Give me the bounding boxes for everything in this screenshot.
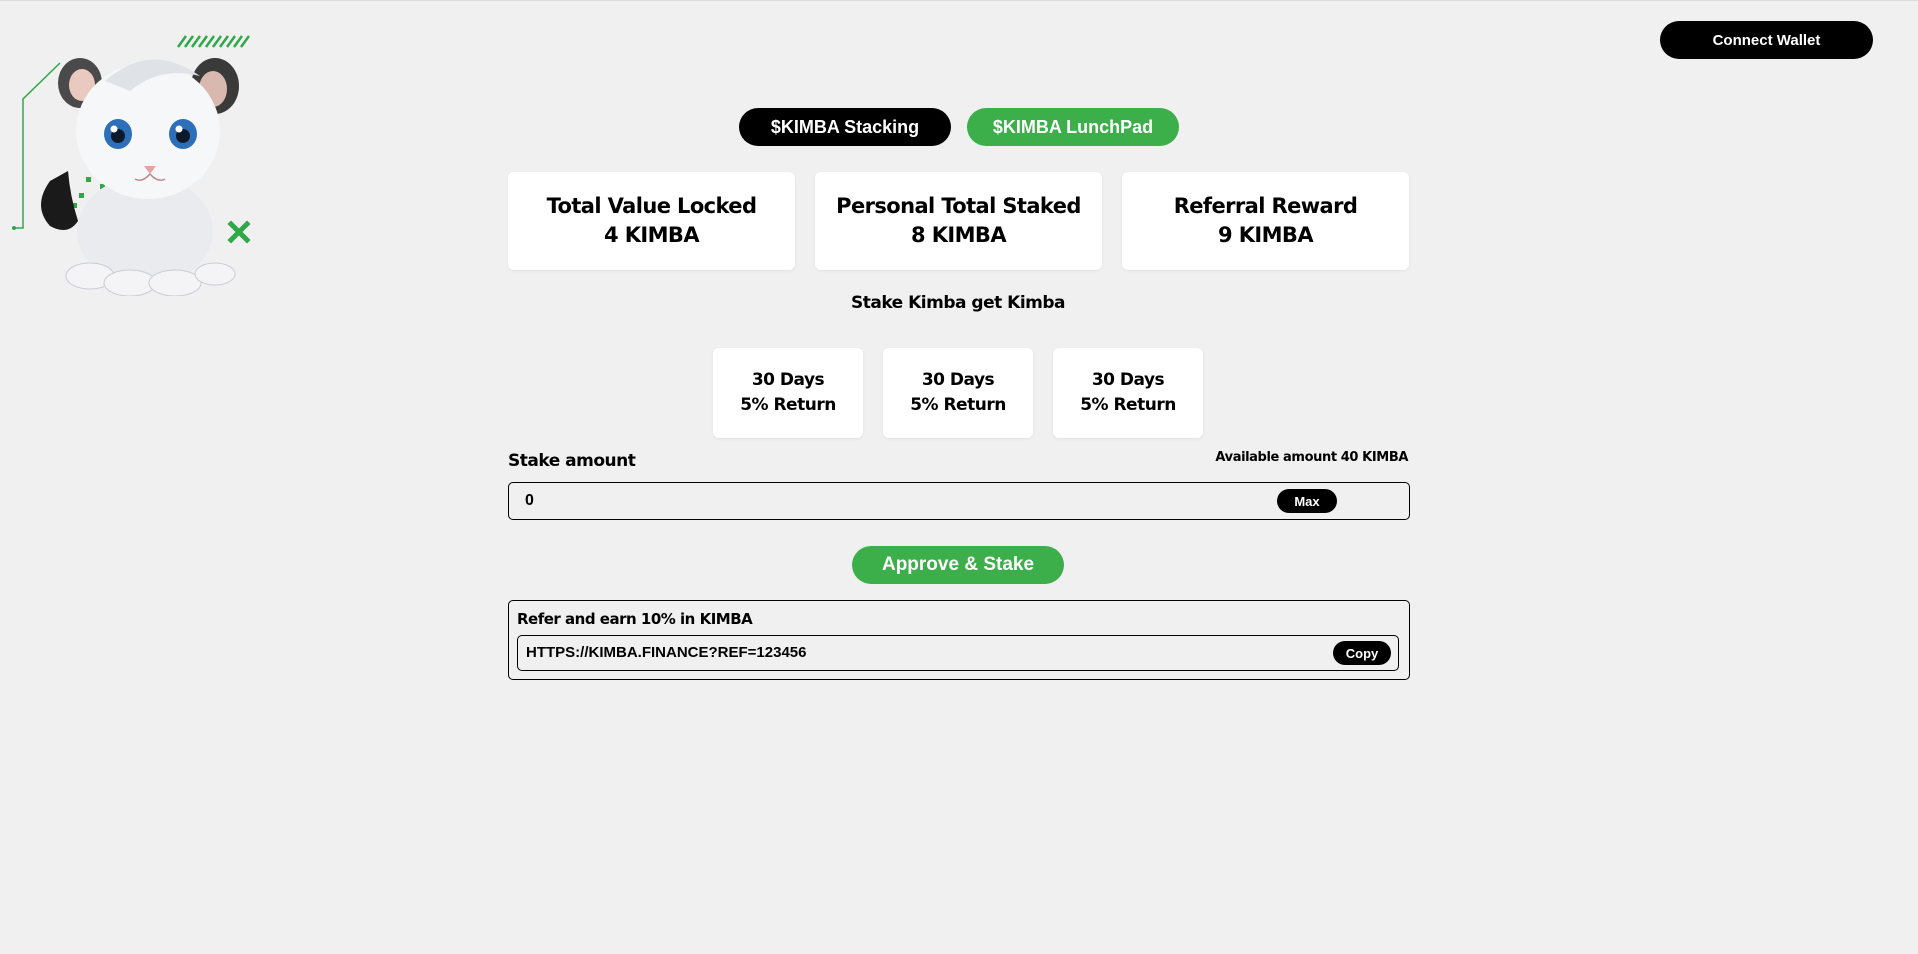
referral-link-text[interactable]: HTTPS://KIMBA.FINANCE?REF=123456 — [526, 644, 806, 661]
referral-panel: Refer and earn 10% in KIMBA HTTPS://KIMB… — [508, 600, 1410, 680]
connect-wallet-button[interactable]: Connect Wallet — [1660, 21, 1873, 59]
stake-amount-input[interactable] — [525, 483, 1225, 518]
copy-button[interactable]: Copy — [1333, 641, 1391, 665]
stat-value: 8 KIMBA — [911, 223, 1007, 247]
tab-kimba-stacking[interactable]: $KIMBA Stacking — [739, 108, 951, 146]
tab-kimba-lunchpad[interactable]: $KIMBA LunchPad — [967, 108, 1179, 146]
plan-duration: 30 Days — [1091, 370, 1165, 390]
referral-reward-card: Referral Reward 9 KIMBA — [1122, 172, 1409, 270]
staking-plan-option[interactable]: 30 Days 5% Return — [1053, 348, 1203, 438]
stake-amount-field: Max — [508, 482, 1410, 520]
plan-return: 5% Return — [740, 395, 836, 415]
stat-value: 4 KIMBA — [604, 223, 700, 247]
logo-mascot-icon — [10, 21, 260, 296]
stat-title: Personal Total Staked — [836, 194, 1081, 218]
stats-row: Total Value Locked 4 KIMBA Personal Tota… — [508, 172, 1409, 270]
staking-plan-option[interactable]: 30 Days 5% Return — [883, 348, 1033, 438]
referral-title: Refer and earn 10% in KIMBA — [517, 610, 753, 628]
plan-return: 5% Return — [1080, 395, 1176, 415]
approve-stake-button[interactable]: Approve & Stake — [852, 546, 1064, 584]
stake-amount-label: Stake amount — [508, 451, 636, 471]
plan-return: 5% Return — [910, 395, 1006, 415]
stat-title: Referral Reward — [1173, 194, 1358, 218]
personal-total-staked-card: Personal Total Staked 8 KIMBA — [815, 172, 1102, 270]
max-button[interactable]: Max — [1277, 489, 1337, 513]
section-subtitle: Stake Kimba get Kimba — [850, 293, 1066, 313]
referral-link-field: HTTPS://KIMBA.FINANCE?REF=123456 Copy — [517, 635, 1399, 671]
staking-plans: 30 Days 5% Return 30 Days 5% Return 30 D… — [713, 348, 1203, 438]
plan-duration: 30 Days — [751, 370, 825, 390]
available-amount-text: Available amount 40 KIMBA — [1215, 450, 1408, 465]
staking-plan-option[interactable]: 30 Days 5% Return — [713, 348, 863, 438]
tab-bar: $KIMBA Stacking $KIMBA LunchPad — [739, 108, 1179, 146]
total-value-locked-card: Total Value Locked 4 KIMBA — [508, 172, 795, 270]
plan-duration: 30 Days — [921, 370, 995, 390]
stat-value: 9 KIMBA — [1218, 223, 1314, 247]
stat-title: Total Value Locked — [546, 194, 757, 218]
